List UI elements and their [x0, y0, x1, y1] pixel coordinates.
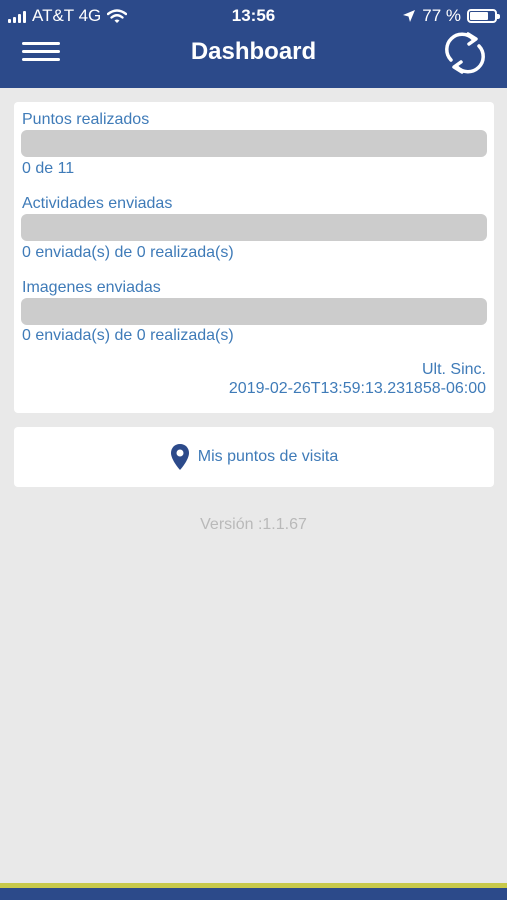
battery-fill — [470, 12, 488, 20]
battery-icon — [467, 9, 500, 23]
location-arrow-icon — [403, 10, 416, 22]
last-sync-value: 2019-02-26T13:59:13.231858-06:00 — [228, 380, 486, 397]
map-pin-icon — [170, 444, 189, 470]
sync-button[interactable] — [442, 30, 488, 76]
activities-progress-bar — [21, 214, 487, 241]
status-bar: AT&T 4G 13:56 77 % — [0, 0, 507, 30]
status-right: 77 % — [402, 6, 500, 26]
images-value: 0 enviada(s) de 0 realizada(s) — [22, 327, 234, 344]
footer-bar — [0, 888, 507, 900]
points-label: Puntos realizados — [22, 111, 150, 128]
last-sync-label: Ult. Sinc. — [421, 361, 486, 378]
points-progress-bar — [21, 130, 487, 157]
visit-points-label: Mis puntos de visita — [197, 448, 339, 465]
version-text: Versión :1.1.67 — [200, 516, 307, 533]
app-header: AT&T 4G 13:56 77 % Dashboard — [0, 0, 507, 88]
points-value: 0 de 11 — [22, 160, 75, 177]
battery-percent: 77 % — [422, 6, 461, 25]
stats-card: Puntos realizados 0 de 11 Actividades en… — [14, 102, 494, 413]
images-progress-bar — [21, 298, 487, 325]
visit-points-content: Mis puntos de visita — [14, 427, 494, 487]
visit-points-button[interactable]: Mis puntos de visita — [14, 427, 494, 487]
sync-icon — [445, 32, 485, 74]
page-title: Dashboard — [190, 38, 317, 65]
images-label: Imagenes enviadas — [22, 279, 161, 296]
activities-label: Actividades enviadas — [22, 195, 173, 212]
activities-value: 0 enviada(s) de 0 realizada(s) — [22, 244, 234, 261]
